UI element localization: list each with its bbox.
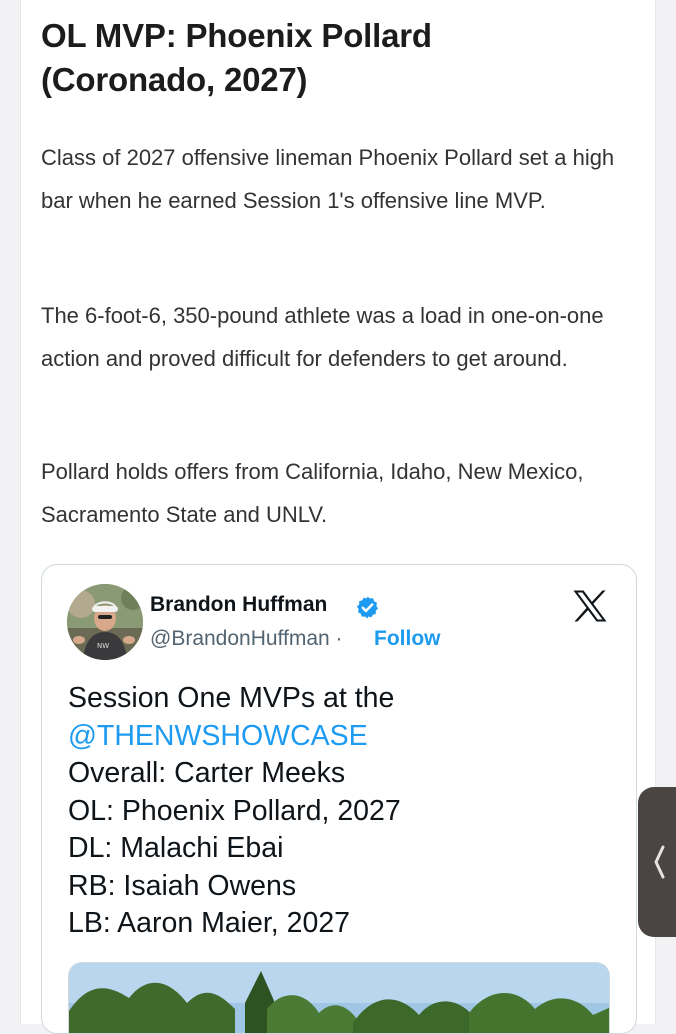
tweet-author-name[interactable]: Brandon Huffman xyxy=(150,593,327,617)
tweet-text: Session One MVPs at the @THENWSHOWCASE O… xyxy=(68,680,608,943)
tweet-line: Overall: Carter Meeks xyxy=(68,757,346,789)
tweet-line: DL: Malachi Ebai xyxy=(68,832,284,864)
article-paragraph: Class of 2027 offensive lineman Phoenix … xyxy=(41,145,615,213)
article-container: OL MVP: Phoenix Pollard (Coronado, 2027)… xyxy=(20,0,656,1034)
tweet-handle-text[interactable]: @BrandonHuffman xyxy=(150,627,330,650)
article-paragraph: Pollard holds offers from California, Id… xyxy=(41,459,584,527)
tweet-handle: @BrandonHuffman · xyxy=(150,627,343,651)
tweet-line: Session One MVPs at the xyxy=(68,682,395,714)
tweet-line: LB: Aaron Maier, 2027 xyxy=(68,907,351,939)
headline-line-2: (Coronado, 2027) xyxy=(41,61,308,98)
headline-line-1: OL MVP: Phoenix Pollard xyxy=(41,17,432,54)
embedded-tweet[interactable]: NW Brandon Huffman @BrandonHuffman · Fol… xyxy=(41,564,637,1034)
tweet-mention-link[interactable]: @THENWSHOWCASE xyxy=(68,718,608,756)
svg-text:NW: NW xyxy=(97,642,109,650)
side-drawer-tab[interactable] xyxy=(638,787,676,937)
x-logo-icon[interactable] xyxy=(572,589,608,623)
avatar[interactable]: NW xyxy=(67,584,143,660)
verified-badge-icon xyxy=(355,595,380,620)
tweet-line: RB: Isaiah Owens xyxy=(68,869,297,902)
article-headline: OL MVP: Phoenix Pollard (Coronado, 2027) xyxy=(41,14,601,102)
tweet-media-image[interactable] xyxy=(68,962,610,1033)
chevron-left-icon xyxy=(651,844,667,880)
separator-dot: · xyxy=(329,627,343,650)
tweet-line: OL: Phoenix Pollard, 2027 xyxy=(68,794,401,827)
follow-button[interactable]: Follow xyxy=(374,627,441,651)
article-paragraph: The 6-foot-6, 350-pound athlete was a lo… xyxy=(41,303,604,371)
